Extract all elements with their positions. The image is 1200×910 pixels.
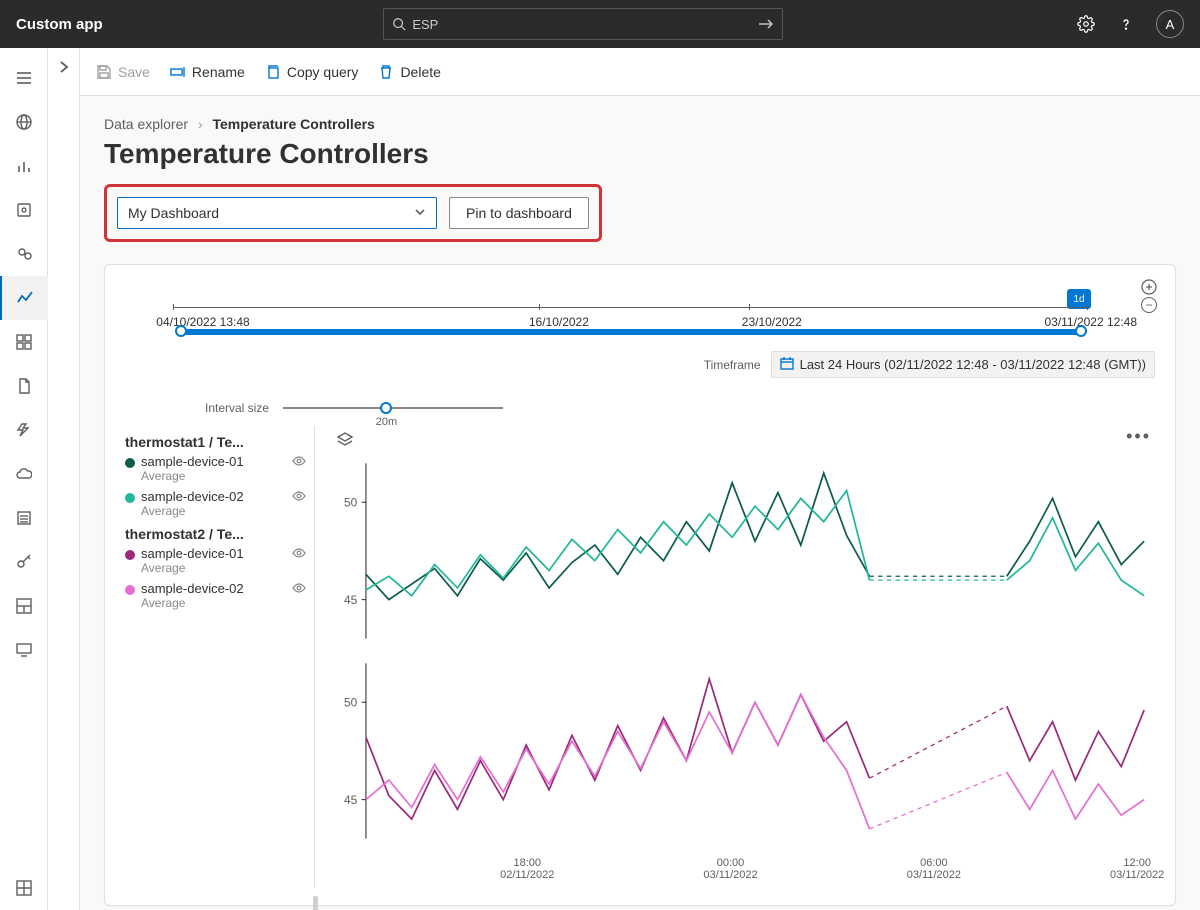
nav-grid-icon[interactable] xyxy=(0,320,48,364)
visibility-icon[interactable] xyxy=(292,546,306,563)
visibility-icon[interactable] xyxy=(292,454,306,471)
nav-hamburger[interactable] xyxy=(0,56,48,100)
breadcrumb: Data explorer › Temperature Controllers xyxy=(104,116,1176,132)
header-icons: A xyxy=(1076,10,1184,38)
legend-item[interactable]: sample-device-02Average xyxy=(125,489,306,518)
legend-color-dot xyxy=(125,550,135,560)
chart-area: thermostat1 / Te... sample-device-01Aver… xyxy=(125,426,1155,887)
timeline-mid2-label: 23/10/2022 xyxy=(742,315,802,329)
nav-doc-icon[interactable] xyxy=(0,364,48,408)
x-tick: 00:0003/11/2022 xyxy=(703,857,757,881)
dashboard-select[interactable]: My Dashboard xyxy=(117,197,437,229)
left-nav-rail xyxy=(0,48,48,910)
nav-cloud-icon[interactable] xyxy=(0,452,48,496)
account-avatar[interactable]: A xyxy=(1156,10,1184,38)
svg-text:50: 50 xyxy=(344,497,358,510)
interval-slider[interactable]: 20m xyxy=(283,398,503,418)
help-icon[interactable] xyxy=(1116,14,1136,34)
search-arrow-icon xyxy=(758,17,774,31)
nav-globe-icon[interactable] xyxy=(0,100,48,144)
interval-label: Interval size xyxy=(205,401,269,415)
x-tick: 18:0002/11/2022 xyxy=(500,857,554,881)
chart-thermostat2: 45 50 xyxy=(329,657,1155,847)
save-button: Save xyxy=(96,64,150,80)
legend-item[interactable]: sample-device-01Average xyxy=(125,454,306,483)
calendar-icon xyxy=(780,356,794,373)
visibility-icon[interactable] xyxy=(292,581,306,598)
interval-size-row: Interval size 20m xyxy=(205,398,1155,418)
nav-analytics-icon[interactable] xyxy=(0,276,48,320)
chevron-right-icon[interactable] xyxy=(57,60,71,79)
global-search[interactable]: ESP xyxy=(383,8,783,40)
legend-color-dot xyxy=(125,493,135,503)
search-value: ESP xyxy=(412,17,758,32)
legend-group2-header: thermostat2 / Te... xyxy=(125,526,306,542)
timeline-end-label: 03/11/2022 12:48 xyxy=(1044,315,1137,329)
chevron-down-icon xyxy=(414,205,426,221)
command-bar: Save Rename Copy query Delete xyxy=(80,48,1200,96)
pin-controls-highlight: My Dashboard Pin to dashboard xyxy=(104,184,602,242)
legend-item[interactable]: sample-device-01Average xyxy=(125,546,306,575)
chart-thermostat1: 45 50 xyxy=(329,457,1155,647)
range-handle-left[interactable] xyxy=(175,325,187,337)
legend-group1-header: thermostat1 / Te... xyxy=(125,434,306,450)
pin-to-dashboard-button[interactable]: Pin to dashboard xyxy=(449,197,589,229)
legend-item[interactable]: sample-device-02Average xyxy=(125,581,306,610)
top-header: Custom app ESP A xyxy=(0,0,1200,48)
charts-column: ••• 45 50 45 50 18:0002/11/2022 00:0003/11/… xyxy=(315,426,1155,887)
range-handle-right[interactable] xyxy=(1075,325,1087,337)
nav-devices-icon[interactable] xyxy=(0,188,48,232)
rename-button[interactable]: Rename xyxy=(170,64,245,80)
breadcrumb-current: Temperature Controllers xyxy=(213,116,375,132)
nav-flow-icon[interactable] xyxy=(0,408,48,452)
legend-color-dot xyxy=(125,585,135,595)
delete-button[interactable]: Delete xyxy=(378,64,440,80)
nav-layout-icon[interactable] xyxy=(0,584,48,628)
layers-icon[interactable] xyxy=(337,432,1155,453)
timeline-range-bar[interactable] xyxy=(179,329,1083,335)
nav-tiles-icon[interactable] xyxy=(0,866,48,910)
page-title: Temperature Controllers xyxy=(104,138,1176,170)
timeframe-label: Timeframe xyxy=(704,358,761,372)
svg-text:45: 45 xyxy=(344,794,358,807)
timeframe-chip[interactable]: Last 24 Hours (02/11/2022 12:48 - 03/11/… xyxy=(771,351,1155,378)
timeseries-card: − 1d 04/10/2022 13:48 16/10/2022 xyxy=(104,264,1176,906)
nav-list-icon[interactable] xyxy=(0,496,48,540)
x-tick: 12:0003/11/2022 xyxy=(1110,857,1164,881)
timeline: − 1d 04/10/2022 13:48 16/10/2022 xyxy=(133,289,1147,341)
chart-more-icon[interactable]: ••• xyxy=(1126,426,1151,447)
svg-text:45: 45 xyxy=(344,594,358,607)
legend-column: thermostat1 / Te... sample-device-01Aver… xyxy=(125,426,315,887)
x-tick: 06:0003/11/2022 xyxy=(907,857,961,881)
splitter-handle[interactable] xyxy=(313,896,318,910)
x-axis: 18:0002/11/2022 00:0003/11/2022 06:0003/11… xyxy=(363,857,1145,887)
copy-query-button[interactable]: Copy query xyxy=(265,64,359,80)
panel-collapse-column xyxy=(48,48,80,910)
search-icon xyxy=(392,17,406,31)
breadcrumb-separator: › xyxy=(198,116,203,132)
timeline-start-label: 04/10/2022 13:48 xyxy=(156,315,249,329)
breadcrumb-root[interactable]: Data explorer xyxy=(104,116,188,132)
settings-icon[interactable] xyxy=(1076,14,1096,34)
timeline-rule xyxy=(173,307,1087,308)
svg-text:50: 50 xyxy=(344,697,358,710)
nav-monitor-icon[interactable] xyxy=(0,628,48,672)
nav-bar-chart-icon[interactable] xyxy=(0,144,48,188)
visibility-icon[interactable] xyxy=(292,489,306,506)
nav-key-icon[interactable] xyxy=(0,540,48,584)
legend-color-dot xyxy=(125,458,135,468)
app-name: Custom app xyxy=(16,16,103,33)
timeline-mid1-label: 16/10/2022 xyxy=(529,315,589,329)
nav-users-icon[interactable] xyxy=(0,232,48,276)
